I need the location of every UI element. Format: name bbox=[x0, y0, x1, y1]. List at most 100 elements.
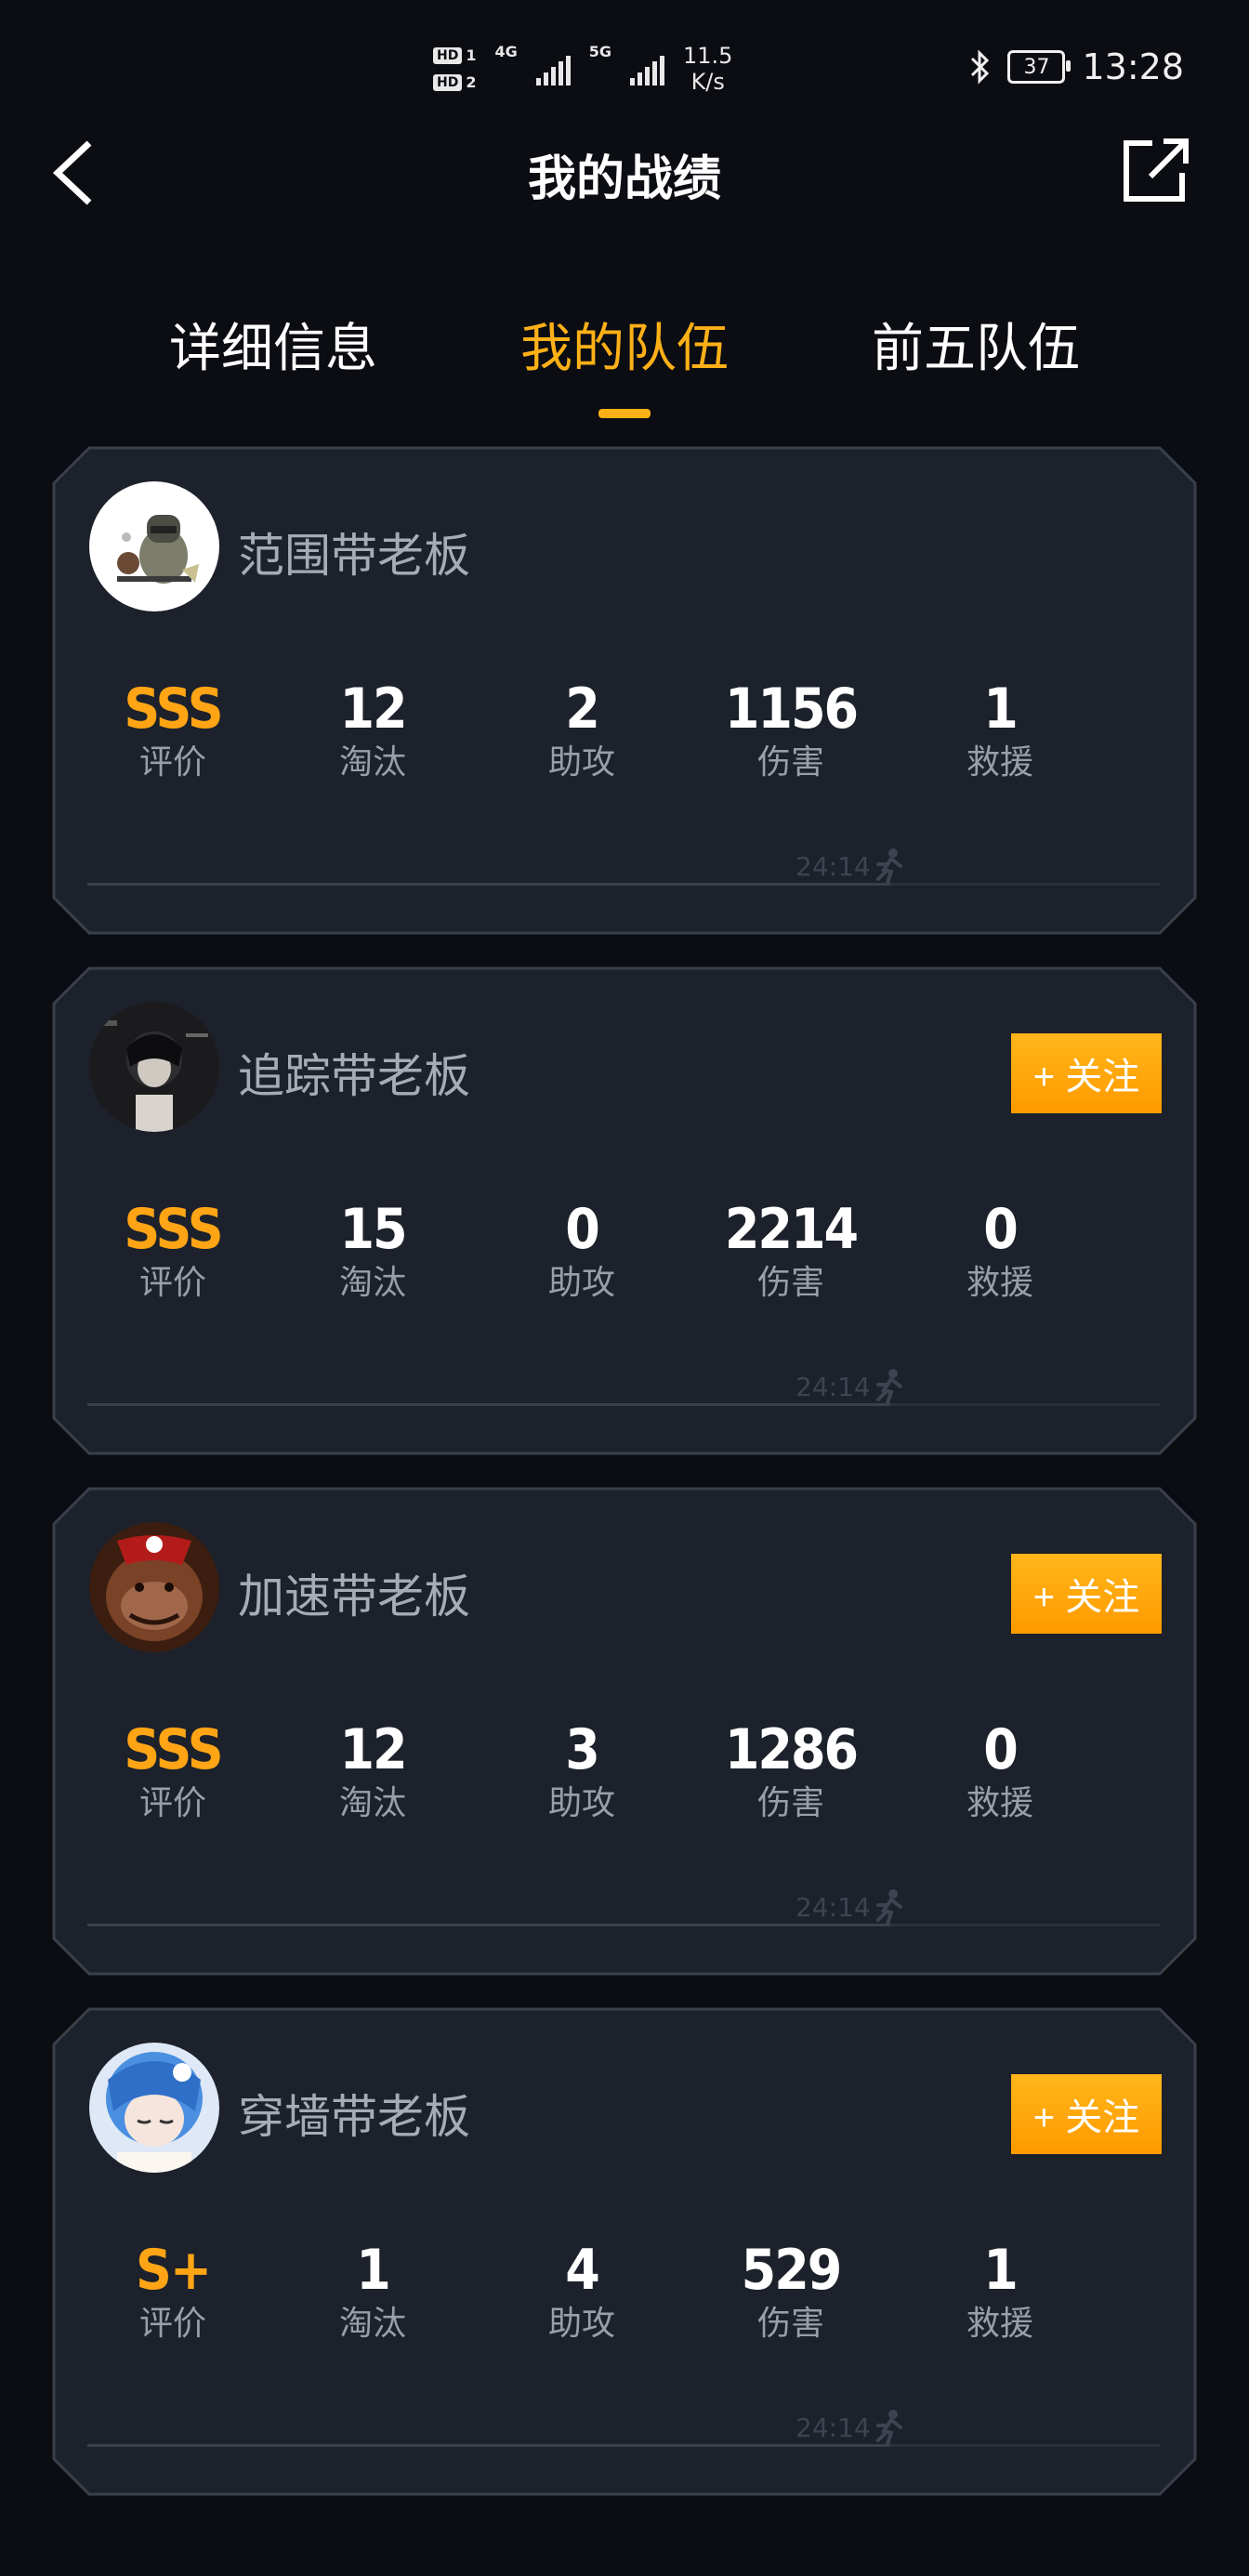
net-speed: 11.5 K/s bbox=[683, 43, 733, 95]
stat-rating-label: 评价 bbox=[138, 1264, 206, 1302]
survival-time: 24:14 bbox=[795, 1368, 906, 1405]
stat-rating-label: 评价 bbox=[138, 743, 206, 782]
hd1-indicator: HD 1 bbox=[433, 46, 476, 64]
stat-assists-value: 3 bbox=[565, 1717, 600, 1782]
player-name[interactable]: 穿墙带老板 bbox=[238, 2080, 470, 2147]
follow-button[interactable]: + 关注 bbox=[1011, 2074, 1162, 2154]
stat-rescues-value: 1 bbox=[983, 677, 1019, 742]
stat-rescues-value: 0 bbox=[983, 1197, 1019, 1262]
stat-damage-label: 伤害 bbox=[756, 1784, 824, 1822]
survival-time: 24:14 bbox=[795, 2409, 906, 2446]
survival-timeline-fill bbox=[87, 883, 890, 886]
running-man-icon bbox=[875, 848, 902, 885]
stat-assists-label: 助攻 bbox=[547, 743, 615, 782]
stat-kills-label: 淘汰 bbox=[338, 2305, 406, 2343]
stat-assists-value: 0 bbox=[565, 1197, 600, 1262]
active-tab-indicator bbox=[598, 409, 651, 418]
stat-damage-value: 529 bbox=[741, 2238, 843, 2303]
stat-rating-value: SSS bbox=[124, 677, 223, 742]
survival-time: 24:14 bbox=[795, 848, 906, 885]
stat-rating-label: 评价 bbox=[138, 2305, 206, 2343]
player-avatar[interactable] bbox=[89, 481, 219, 611]
battery-icon: 37 bbox=[1007, 50, 1072, 84]
stat-damage-value: 1286 bbox=[724, 1717, 859, 1782]
tab-details[interactable]: 详细信息 bbox=[125, 307, 422, 382]
stat-rescues: 1 救援 bbox=[907, 678, 1093, 786]
tab-bar: 详细信息 我的队伍 前五队伍 bbox=[0, 307, 1249, 427]
stat-assists: 3 助攻 bbox=[489, 1719, 675, 1827]
stat-kills-label: 淘汰 bbox=[338, 1784, 406, 1822]
clock: 13:28 bbox=[1082, 46, 1184, 87]
stat-rating-label: 评价 bbox=[138, 1784, 206, 1822]
player-card: 追踪带老板 + 关注 SSS 评价 15 淘汰 0 助攻 2214 伤害 0 救援 24:14 bbox=[52, 966, 1197, 1455]
stat-kills-value: 1 bbox=[356, 2238, 391, 2303]
stat-assists: 0 助攻 bbox=[489, 1199, 675, 1307]
stat-assists-value: 4 bbox=[565, 2238, 600, 2303]
stat-damage-value: 2214 bbox=[724, 1197, 859, 1262]
stat-kills-label: 淘汰 bbox=[338, 743, 406, 782]
survival-timeline bbox=[87, 1403, 1160, 1406]
player-name[interactable]: 范围带老板 bbox=[238, 519, 470, 585]
stat-kills: 15 淘汰 bbox=[280, 1199, 466, 1307]
stat-rescues: 0 救援 bbox=[907, 1719, 1093, 1827]
tab-my-team[interactable]: 我的队伍 bbox=[476, 307, 773, 382]
stat-damage-value: 1156 bbox=[724, 677, 859, 742]
bluetooth-icon bbox=[971, 49, 990, 85]
app-header: 我的战绩 bbox=[0, 130, 1249, 214]
stat-kills: 1 淘汰 bbox=[280, 2240, 466, 2347]
player-avatar[interactable] bbox=[89, 1522, 219, 1652]
stat-kills: 12 淘汰 bbox=[280, 678, 466, 786]
share-icon[interactable] bbox=[1119, 134, 1193, 208]
stat-kills-value: 12 bbox=[339, 1717, 407, 1782]
stat-rating-value: S+ bbox=[135, 2238, 212, 2303]
running-man-icon bbox=[875, 2410, 902, 2446]
survival-timeline bbox=[87, 2444, 1160, 2447]
stat-assists-value: 2 bbox=[565, 677, 600, 742]
stat-rating: SSS 评价 bbox=[80, 1199, 266, 1307]
stat-rescues-value: 0 bbox=[983, 1717, 1019, 1782]
stat-rating: S+ 评价 bbox=[80, 2240, 266, 2347]
running-man-icon bbox=[875, 1889, 902, 1925]
stat-assists-label: 助攻 bbox=[547, 2305, 615, 2343]
survival-timeline-fill bbox=[87, 1924, 890, 1926]
stat-rescues-label: 救援 bbox=[966, 1784, 1033, 1822]
player-name[interactable]: 加速带老板 bbox=[238, 1559, 470, 1626]
stat-damage: 1156 伤害 bbox=[698, 678, 884, 786]
status-center: HD 1 HD 2 4G 5G 11.5 K/s bbox=[433, 43, 732, 95]
stat-rating-value: SSS bbox=[124, 1197, 223, 1262]
stat-assists: 4 助攻 bbox=[489, 2240, 675, 2347]
tab-top-five[interactable]: 前五队伍 bbox=[827, 307, 1124, 382]
stat-rescues-label: 救援 bbox=[966, 743, 1033, 782]
stat-damage-label: 伤害 bbox=[756, 743, 824, 782]
page-title: 我的战绩 bbox=[527, 151, 721, 207]
stat-kills: 12 淘汰 bbox=[280, 1719, 466, 1827]
hd2-indicator: HD 2 bbox=[433, 73, 476, 91]
stat-rating-value: SSS bbox=[124, 1717, 223, 1782]
stat-assists: 2 助攻 bbox=[489, 678, 675, 786]
net1-label: 4G bbox=[494, 43, 518, 60]
net2-label: 5G bbox=[588, 43, 612, 60]
stat-rescues-value: 1 bbox=[983, 2238, 1019, 2303]
stat-damage: 529 伤害 bbox=[698, 2240, 884, 2347]
player-name[interactable]: 追踪带老板 bbox=[238, 1039, 470, 1106]
stat-damage: 2214 伤害 bbox=[698, 1199, 884, 1307]
signal-icon bbox=[535, 52, 571, 85]
survival-timeline-fill bbox=[87, 1403, 890, 1406]
player-card: 加速带老板 + 关注 SSS 评价 12 淘汰 3 助攻 1286 伤害 0 救援 24:14 bbox=[52, 1487, 1197, 1976]
survival-time: 24:14 bbox=[795, 1888, 906, 1925]
running-man-icon bbox=[875, 1369, 902, 1405]
stat-assists-label: 助攻 bbox=[547, 1784, 615, 1822]
survival-timeline bbox=[87, 1924, 1160, 1926]
stat-damage: 1286 伤害 bbox=[698, 1719, 884, 1827]
player-avatar[interactable] bbox=[89, 1002, 219, 1132]
follow-button[interactable]: + 关注 bbox=[1011, 1554, 1162, 1634]
player-avatar[interactable] bbox=[89, 2043, 219, 2173]
follow-button[interactable]: + 关注 bbox=[1011, 1033, 1162, 1113]
stat-rating: SSS 评价 bbox=[80, 1719, 266, 1827]
stat-kills-value: 15 bbox=[339, 1197, 407, 1262]
stat-kills-label: 淘汰 bbox=[338, 1264, 406, 1302]
status-right: 37 13:28 bbox=[968, 46, 1184, 87]
stat-rescues: 1 救援 bbox=[907, 2240, 1093, 2347]
hd-indicators: HD 1 HD 2 bbox=[433, 46, 476, 91]
stat-rescues-label: 救援 bbox=[966, 1264, 1033, 1302]
